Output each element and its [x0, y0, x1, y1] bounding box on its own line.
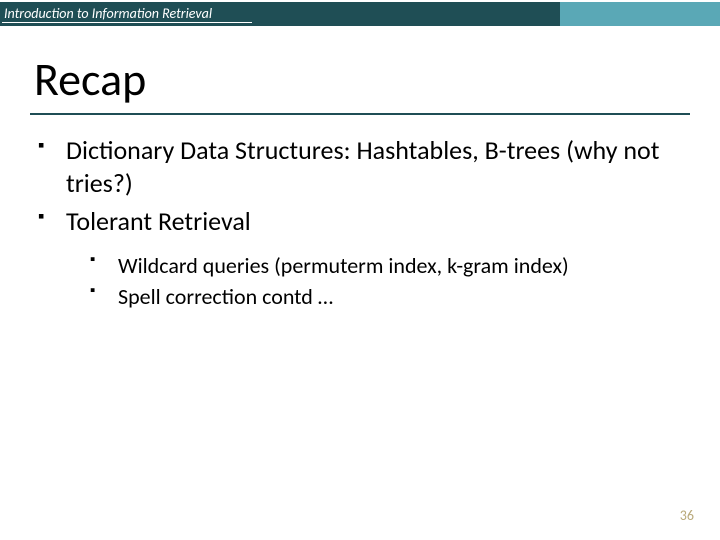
list-item: Wildcard queries (permuterm index, k-gra…: [90, 250, 678, 282]
bullet-list: Dictionary Data Structures: Hashtables, …: [38, 134, 678, 313]
content-area: Dictionary Data Structures: Hashtables, …: [38, 134, 678, 319]
list-item: Dictionary Data Structures: Hashtables, …: [38, 134, 678, 199]
header-bar: Introduction to Information Retrieval: [0, 2, 720, 26]
title-rule: [30, 113, 690, 115]
header-underline: [2, 22, 252, 23]
list-item: Tolerant Retrieval Wildcard queries (per…: [38, 205, 678, 313]
list-item: Spell correction contd …: [90, 281, 678, 313]
header-bar-right: [560, 2, 720, 26]
sub-bullet-list: Wildcard queries (permuterm index, k-gra…: [66, 250, 678, 314]
page-number: 36: [680, 507, 694, 524]
page-title: Recap: [34, 52, 146, 108]
list-item-label: Tolerant Retrieval: [66, 205, 251, 237]
